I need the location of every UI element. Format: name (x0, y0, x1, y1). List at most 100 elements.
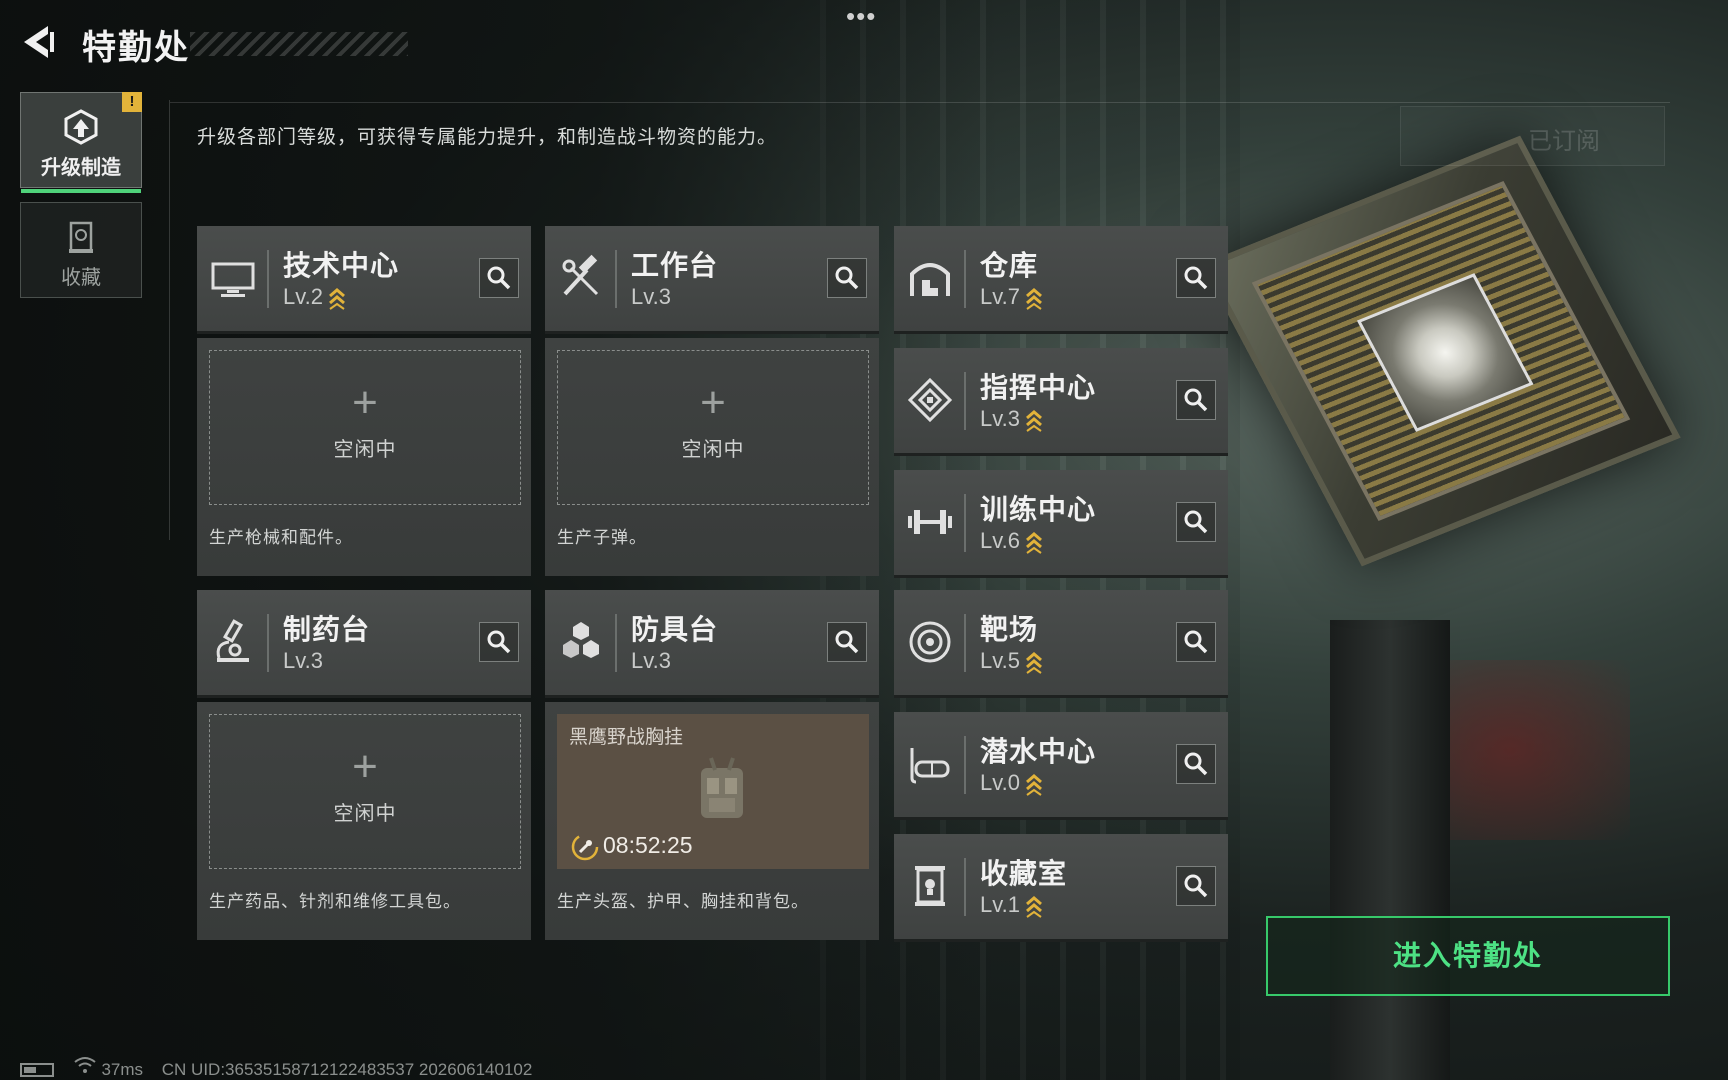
chest-rig-image (701, 757, 743, 818)
dumbbell-icon (906, 498, 954, 546)
enter-special-ops-button[interactable]: 进入特勤处 (1266, 916, 1670, 996)
dept-search-button[interactable] (1176, 622, 1216, 662)
upgrade-available-icon (1025, 410, 1042, 433)
production-description: 生产子弹。 (557, 528, 647, 547)
upgrade-cube-icon (64, 109, 98, 145)
title-hatch-decoration (190, 32, 408, 56)
dept-search-button[interactable] (1176, 502, 1216, 542)
crafting-item-card[interactable]: 黑鹰野战胸挂 08:52:25 (557, 714, 869, 869)
production-panel-tech-center: + 空闲中 生产枪械和配件。 (197, 338, 531, 576)
production-slot-empty[interactable]: + 空闲中 (209, 714, 521, 869)
search-icon (835, 630, 859, 654)
upgrade-available-icon (1025, 652, 1042, 675)
dept-search-button[interactable] (479, 258, 519, 298)
background-pillar (1330, 620, 1450, 1080)
subscribed-label: 已订阅 (1400, 106, 1665, 166)
special-ops-cube-artwork (1201, 135, 1681, 670)
production-panel-workbench: + 空闲中 生产子弹。 (545, 338, 879, 576)
dept-level: Lv.3 (631, 284, 671, 309)
production-slot-empty[interactable]: + 空闲中 (209, 350, 521, 505)
dept-search-button[interactable] (1176, 258, 1216, 298)
more-options-icon[interactable]: ••• (846, 3, 876, 29)
upgrade-available-icon (1025, 774, 1042, 797)
sidebar-divider (169, 100, 170, 540)
ping-value: 37ms (101, 1059, 144, 1079)
dept-level: Lv.3 (980, 406, 1044, 433)
warehouse-icon (906, 254, 954, 302)
production-panel-armor-bench: 黑鹰野战胸挂 08:52:25 生产头盔、护甲、胸挂和背包。 (545, 702, 879, 940)
dept-search-button[interactable] (1176, 744, 1216, 784)
crafting-timer: 08:52:25 (571, 832, 693, 861)
upgrade-available-icon (1025, 288, 1042, 311)
dept-card-armor-bench[interactable]: 防具台 Lv.3 (545, 590, 879, 698)
active-tab-indicator (21, 189, 141, 193)
search-icon (835, 266, 859, 290)
search-icon (1184, 630, 1208, 654)
microscope-icon (209, 618, 257, 666)
dept-name: 防具台 (631, 614, 719, 645)
dept-card-training-center[interactable]: 训练中心 Lv.6 (894, 470, 1228, 578)
upgrade-available-icon (1025, 532, 1042, 555)
dept-card-warehouse[interactable]: 仓库 Lv.7 (894, 226, 1228, 334)
diamond-target-icon (906, 376, 954, 424)
dept-card-workbench[interactable]: 工作台 Lv.3 (545, 226, 879, 334)
tab-label: 收藏 (61, 267, 101, 289)
dept-name: 指挥中心 (980, 372, 1097, 403)
dept-level: Lv.1 (980, 892, 1044, 919)
page-title: 特勤处 (82, 29, 190, 67)
dept-card-tech-center[interactable]: 技术中心 Lv.2 (197, 226, 531, 334)
display-case-icon (906, 862, 954, 910)
add-icon: + (352, 378, 378, 427)
dept-search-button[interactable] (1176, 866, 1216, 906)
search-icon (1184, 266, 1208, 290)
search-icon (1184, 752, 1208, 776)
production-description: 生产枪械和配件。 (209, 528, 353, 547)
tab-upgrade-craft[interactable]: 升级制造 ! (20, 92, 142, 193)
monitor-icon (209, 254, 257, 302)
dept-level: Lv.6 (980, 528, 1044, 555)
user-uid: CN UID:3653515871212248353​7 20260614010… (161, 1059, 533, 1079)
dept-card-diving-center[interactable]: 潜水中心 Lv.0 (894, 712, 1228, 820)
page-description: 升级各部门等级，可获得专属能力提升，和制造战斗物资的能力。 (197, 127, 778, 148)
dept-card-pharmacy[interactable]: 制药台 Lv.3 (197, 590, 531, 698)
target-icon (906, 618, 954, 666)
dept-card-collection-room[interactable]: 收藏室 Lv.1 (894, 834, 1228, 942)
dept-name: 收藏室 (980, 858, 1068, 889)
dept-search-button[interactable] (1176, 380, 1216, 420)
production-panel-pharmacy: + 空闲中 生产药品、针剂和维修工具包。 (197, 702, 531, 940)
dept-name: 靶场 (980, 614, 1039, 645)
dept-search-button[interactable] (827, 258, 867, 298)
battery-icon (20, 1062, 54, 1077)
dept-level: Lv.2 (283, 284, 347, 311)
dept-search-button[interactable] (827, 622, 867, 662)
header-divider (170, 102, 1670, 103)
display-case-icon (69, 221, 93, 253)
production-description: 生产药品、针剂和维修工具包。 (209, 892, 461, 911)
dept-search-button[interactable] (479, 622, 519, 662)
add-icon: + (700, 378, 726, 427)
tab-label: 升级制造 (41, 157, 121, 179)
search-icon (1184, 874, 1208, 898)
wifi-icon (74, 1057, 96, 1073)
slot-status: 空闲中 (333, 439, 397, 461)
dept-card-shooting-range[interactable]: 靶场 Lv.5 (894, 590, 1228, 698)
upgrade-available-icon (328, 288, 345, 311)
search-icon (1184, 388, 1208, 412)
dept-name: 工作台 (631, 250, 719, 281)
tab-collection[interactable]: 收藏 (20, 202, 142, 298)
wrench-timer-icon (571, 833, 599, 861)
slot-status: 空闲中 (681, 439, 745, 461)
alert-badge: ! (122, 92, 142, 112)
upgrade-available-icon (1025, 896, 1042, 919)
dept-name: 仓库 (980, 250, 1039, 281)
production-slot-empty[interactable]: + 空闲中 (557, 350, 869, 505)
hammer-wrench-icon (557, 254, 605, 302)
dept-level: Lv.3 (283, 648, 323, 673)
dept-card-command-center[interactable]: 指挥中心 Lv.3 (894, 348, 1228, 456)
add-icon: + (352, 742, 378, 791)
dept-level: Lv.5 (980, 648, 1044, 675)
dept-level: Lv.0 (980, 770, 1044, 797)
blocks-icon (557, 618, 605, 666)
dept-name: 技术中心 (283, 250, 400, 281)
back-button[interactable] (18, 22, 58, 62)
